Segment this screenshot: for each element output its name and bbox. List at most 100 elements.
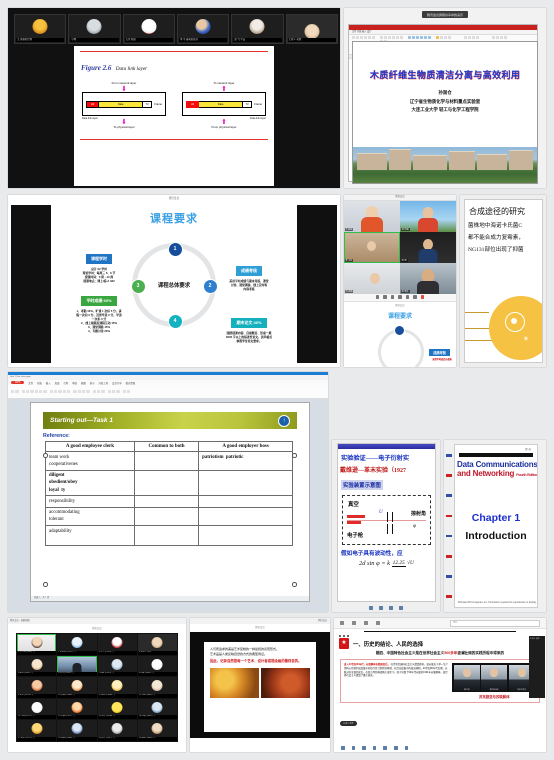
menu-item[interactable]: 会员专享 — [112, 381, 122, 385]
more-icon[interactable] — [413, 295, 417, 299]
slide-thumbnail-rail[interactable] — [446, 454, 452, 598]
record-icon[interactable] — [393, 746, 398, 750]
gallery-tile[interactable]: 17 胡军 (13755…) — [17, 720, 57, 741]
thumb-marker[interactable] — [446, 454, 452, 457]
cell-employee[interactable]: adaptability — [45, 525, 135, 547]
cell-employee[interactable]: diligent obedient/obey loyal ty — [45, 469, 135, 497]
gallery-tile[interactable]: 10 吴敏 (15866…) — [57, 677, 97, 698]
book-icon[interactable] — [352, 621, 356, 625]
participant-thumbnail[interactable]: 王 美丽的世界 — [14, 14, 67, 44]
menu-item[interactable]: 开发工具 — [98, 381, 108, 385]
gallery-tile[interactable]: 8 孙磊 (18622…) — [137, 655, 177, 676]
selection-handle[interactable] — [292, 453, 297, 458]
video-tile-active[interactable]: 李 小红 — [344, 232, 400, 263]
gallery-tile[interactable]: 11 郑凯 (13988…) — [97, 677, 137, 698]
cell-employee[interactable]: responsibility — [45, 495, 135, 508]
meeting-toolbar[interactable] — [334, 746, 546, 750]
menu-item[interactable]: 章节 — [90, 381, 95, 385]
menu-item[interactable]: 插入 — [46, 381, 51, 385]
qualities-table[interactable]: A good employee clerk Common to both A g… — [45, 441, 293, 547]
video-tile[interactable]: 张 伟强 — [400, 201, 456, 232]
members-icon[interactable] — [398, 295, 402, 299]
cell-employer[interactable] — [198, 506, 293, 527]
participant-thumbnail[interactable]: 李 平 春天的花开 — [176, 14, 230, 44]
menu-item[interactable]: 引用 — [63, 381, 68, 385]
video-tile[interactable]: 刘 志强 — [344, 263, 400, 294]
gallery-tile[interactable]: 19 高云 (13977…) — [97, 720, 137, 741]
participant-thumbnail[interactable]: 小明 — [68, 14, 121, 44]
cell-employee[interactable]: team work cooperativenes — [45, 451, 135, 471]
cell-common[interactable] — [133, 469, 200, 497]
ribbon-toolbar[interactable] — [8, 385, 328, 399]
thumb-marker[interactable] — [446, 595, 452, 598]
document-canvas[interactable]: Starting out—Task 1 ↑ Reference: A good … — [30, 402, 310, 602]
video-tile[interactable]: 赵 晓东 — [400, 263, 456, 294]
cell-employer[interactable] — [198, 469, 293, 497]
cell-common[interactable] — [133, 506, 200, 527]
thumb-marker[interactable] — [446, 514, 452, 518]
selection-handle[interactable] — [292, 582, 297, 587]
menu-item[interactable]: 视图 — [81, 381, 86, 385]
gallery-tile[interactable]: 16 邓超 (18633…) — [137, 698, 177, 719]
taskbar-icon[interactable] — [369, 605, 373, 610]
participant-thumbnail[interactable]: 赵 飞 平安 — [231, 14, 284, 44]
gallery-tile[interactable]: 15 何伟 (13966…) — [97, 698, 137, 719]
gallery-tile[interactable]: 12 马丽 (18655…) — [137, 677, 177, 698]
cell-employer[interactable] — [198, 495, 293, 508]
taskbar-icon[interactable] — [399, 605, 403, 610]
chat-icon[interactable] — [405, 295, 410, 299]
camera-icon[interactable] — [383, 295, 387, 299]
thumb-marker[interactable] — [446, 575, 452, 578]
taskbar[interactable] — [332, 603, 440, 612]
menu-item[interactable]: 开始 — [37, 381, 42, 385]
gallery-tile[interactable]: 3 李华 (13700…) — [97, 634, 137, 655]
gallery-tile[interactable]: 14 许静 (15877…) — [57, 698, 97, 719]
participant-thumbnail[interactable]: 九月 阳光 — [122, 14, 175, 44]
gallery-tile[interactable]: 4 主持人 老师 — [137, 634, 177, 655]
cell-employee[interactable]: accommodating tolerant — [45, 506, 135, 527]
gallery-tile[interactable]: 6 刘洋 (15833…) — [57, 655, 97, 676]
menu-item[interactable]: 稻壳资源 — [126, 381, 136, 385]
selection-handle[interactable] — [43, 582, 48, 587]
video-tile[interactable]: 陈 明 — [400, 232, 456, 263]
wps-logo[interactable]: WPS — [11, 381, 25, 384]
camera-icon[interactable] — [351, 746, 356, 750]
cell-common[interactable] — [133, 451, 200, 471]
selection-handle[interactable] — [43, 453, 48, 458]
gallery-tile[interactable]: 13 冯强 (13722…) — [17, 698, 57, 719]
note-icon[interactable] — [364, 621, 368, 625]
gallery-tile[interactable]: 1 王小丽 (13811…) — [17, 634, 57, 655]
search-input[interactable]: 搜索… — [450, 619, 540, 627]
thumb-marker[interactable] — [446, 494, 452, 497]
leave-meeting-icon[interactable] — [420, 295, 425, 299]
members-icon[interactable] — [372, 746, 377, 750]
gallery-tile[interactable]: 18 林峰 (15888…) — [57, 720, 97, 741]
thumb-marker[interactable] — [446, 534, 452, 538]
gallery-tile[interactable]: 7 陈静 (13955…) — [97, 655, 137, 676]
cell-common[interactable] — [133, 495, 200, 508]
gallery-tile[interactable]: 5 赵刚 (18611…) — [17, 655, 57, 676]
share-icon[interactable] — [390, 295, 395, 299]
mic-icon[interactable] — [341, 746, 345, 750]
taskbar-icon[interactable] — [379, 605, 383, 610]
app-toolbar[interactable]: 搜索… — [334, 618, 546, 629]
gallery-tile[interactable]: 9 周涛 (13744…) — [17, 677, 57, 698]
mic-icon[interactable] — [375, 295, 380, 299]
more-icon[interactable] — [404, 746, 409, 750]
presenter-pill[interactable]: 主讲人 老师 — [340, 721, 357, 726]
cycle-node-4[interactable]: 4 — [167, 313, 183, 329]
gallery-tile[interactable]: 20 谢娜 (18644…) — [137, 720, 177, 741]
thumb-marker[interactable] — [446, 474, 452, 477]
menu-item[interactable]: 文件 — [28, 381, 33, 385]
share-icon[interactable] — [362, 746, 366, 750]
cell-common[interactable] — [133, 525, 200, 547]
taskbar-icon[interactable] — [389, 605, 393, 610]
settings-icon[interactable] — [376, 621, 380, 625]
menu-item[interactable]: 审阅 — [72, 381, 77, 385]
chat-icon[interactable] — [383, 746, 387, 750]
cell-employer[interactable]: patriotism patriotic — [198, 451, 293, 471]
gallery-tile[interactable]: 2 张明明 (15922…) — [57, 634, 97, 655]
cycle-node-1[interactable]: 1 — [167, 241, 183, 257]
video-tile[interactable]: 王 丽丽 — [344, 201, 400, 232]
participant-thumbnail-host[interactable]: 主持人 老师 — [285, 14, 338, 44]
